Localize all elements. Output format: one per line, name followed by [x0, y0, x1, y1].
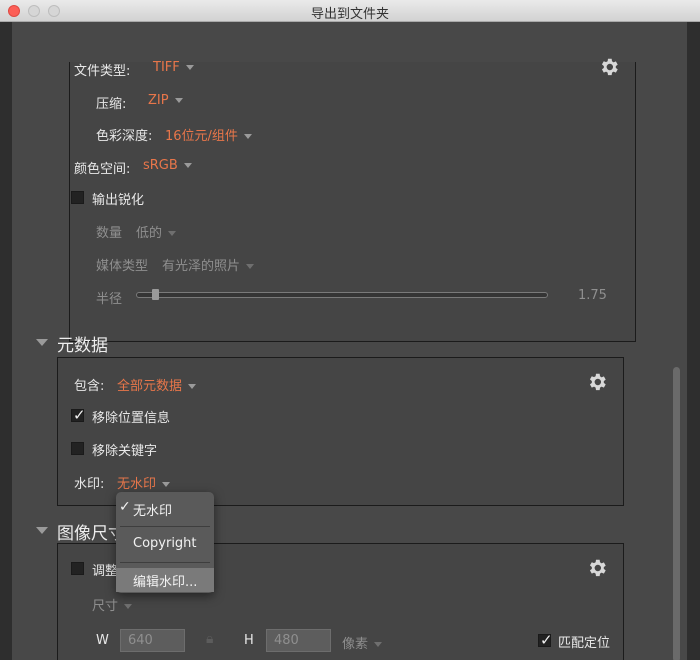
compression-dropdown[interactable]: ZIP — [148, 93, 183, 108]
color-space-label: 颜色空间: — [74, 162, 131, 177]
unit-value: 像素 — [342, 637, 369, 652]
resize-checkbox[interactable] — [71, 562, 84, 575]
menu-item-label: 编辑水印... — [133, 575, 198, 590]
watermark-menu-item-copyright[interactable]: Copyright — [116, 533, 214, 557]
chevron-down-icon — [168, 231, 177, 236]
checkmark-icon: ✓ — [540, 631, 553, 649]
media-type-label: 媒体类型 — [96, 259, 149, 274]
remove-keywords-checkbox[interactable] — [71, 442, 84, 455]
include-dropdown[interactable]: 全部元数据 — [117, 375, 197, 394]
compression-value: ZIP — [148, 93, 169, 108]
checkmark-icon: ✓ — [73, 406, 86, 424]
metadata-collapse-icon[interactable] — [36, 339, 48, 346]
height-label: H — [244, 633, 254, 648]
chevron-down-icon — [374, 642, 383, 647]
watermark-label: 水印: — [74, 477, 105, 492]
width-input[interactable]: 640 — [120, 629, 185, 652]
window-title: 导出到文件夹 — [310, 7, 389, 22]
chevron-down-icon — [183, 163, 192, 168]
menu-divider — [120, 562, 210, 563]
output-sharpening-checkbox[interactable] — [71, 191, 84, 204]
bit-depth-dropdown[interactable]: 16位元/组件 — [165, 125, 252, 144]
resize-label: 调整 — [92, 564, 119, 579]
resize-mode-value: 尺寸 — [92, 599, 119, 614]
remove-location-label: 移除位置信息 — [92, 411, 171, 426]
watermark-menu: ✓ 无水印 Copyright 编辑水印... — [116, 492, 214, 593]
radius-slider-track[interactable] — [136, 292, 548, 298]
resize-mode-dropdown[interactable]: 尺寸 — [92, 595, 133, 614]
radius-label: 半径 — [96, 292, 123, 307]
gear-icon[interactable] — [586, 371, 608, 393]
window-titlebar: 导出到文件夹 — [0, 0, 700, 22]
metadata-section-title[interactable]: 元数据 — [57, 331, 108, 356]
media-type-dropdown[interactable]: 有光泽的照片 — [162, 255, 255, 274]
unit-dropdown[interactable]: 像素 — [342, 633, 383, 652]
chevron-down-icon — [243, 134, 252, 139]
amount-dropdown[interactable]: 低的 — [136, 222, 177, 241]
image-size-collapse-icon[interactable] — [36, 527, 48, 534]
watermark-menu-item-edit[interactable]: 编辑水印... — [116, 568, 214, 592]
watermark-menu-item-none[interactable]: ✓ 无水印 — [116, 497, 214, 521]
color-space-value: sRGB — [143, 158, 178, 173]
chevron-down-icon — [185, 65, 194, 70]
fit-checkbox[interactable]: ✓ — [538, 631, 553, 649]
chevron-down-icon — [246, 264, 255, 269]
checkmark-icon: ✓ — [119, 499, 131, 515]
file-type-label: 文件类型: — [74, 64, 131, 79]
fit-label: 匹配定位 — [558, 636, 611, 651]
media-type-value: 有光泽的照片 — [162, 259, 241, 274]
image-size-section-title[interactable]: 图像尺寸 — [57, 519, 125, 544]
export-settings-area: 文件类型: TIFF 压缩: ZIP 色彩深度: 16位元/组件 颜色空间: s… — [12, 22, 687, 660]
bit-depth-value: 16位元/组件 — [165, 129, 238, 144]
amount-label: 数量 — [96, 226, 123, 241]
file-type-value: TIFF — [153, 60, 180, 75]
bit-depth-label: 色彩深度: — [96, 129, 153, 144]
remove-keywords-label: 移除关键字 — [92, 444, 158, 459]
amount-value: 低的 — [136, 226, 163, 241]
lock-icon[interactable]: 🔒︎ — [206, 631, 213, 647]
chevron-down-icon — [174, 98, 183, 103]
color-space-dropdown[interactable]: sRGB — [143, 158, 192, 173]
radius-slider-thumb[interactable] — [152, 289, 159, 300]
compression-label: 压缩: — [96, 97, 127, 112]
watermark-value: 无水印 — [117, 477, 157, 492]
height-input[interactable]: 480 — [266, 629, 331, 652]
include-value: 全部元数据 — [117, 379, 183, 394]
remove-location-checkbox[interactable]: ✓ — [71, 406, 86, 424]
chevron-down-icon — [162, 482, 171, 487]
menu-item-label: Copyright — [133, 536, 197, 551]
vertical-scrollbar[interactable] — [673, 367, 680, 660]
chevron-down-icon — [188, 384, 197, 389]
menu-item-label: 无水印 — [133, 504, 173, 519]
include-label: 包含: — [74, 379, 105, 394]
radius-value: 1.75 — [578, 288, 607, 303]
output-sharpening-label: 输出锐化 — [92, 193, 145, 208]
gear-icon[interactable] — [586, 557, 608, 579]
chevron-down-icon — [124, 604, 133, 609]
gear-icon[interactable] — [598, 56, 620, 78]
watermark-dropdown[interactable]: 无水印 — [117, 473, 171, 492]
menu-divider — [120, 526, 210, 527]
file-type-dropdown[interactable]: TIFF — [153, 60, 194, 75]
width-label: W — [96, 633, 109, 648]
